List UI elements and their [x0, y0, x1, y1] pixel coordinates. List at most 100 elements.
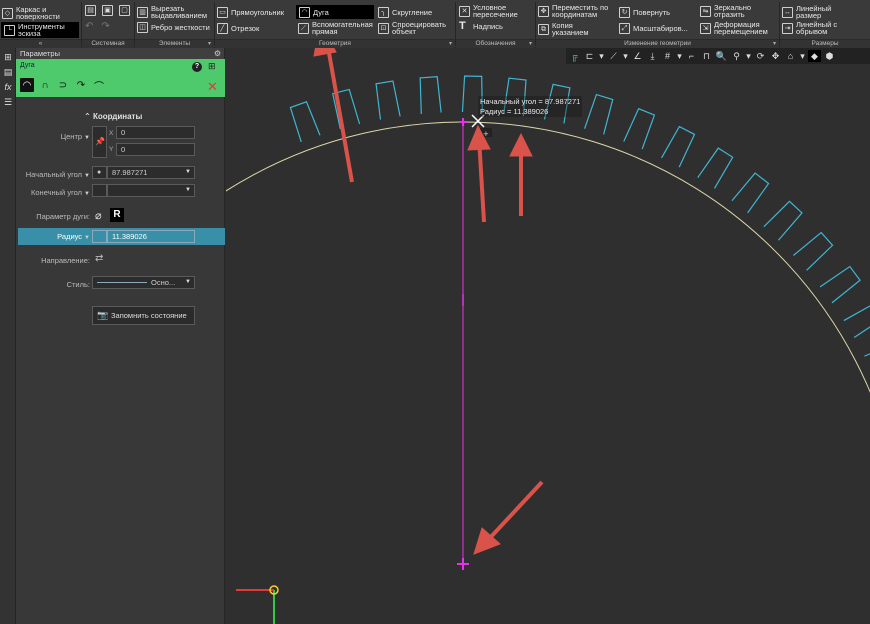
ribbon-rectangle[interactable]: ▭ Прямоугольник: [217, 7, 284, 18]
center-label[interactable]: Центр ▼: [16, 132, 90, 141]
mirror-icon: ⇋: [700, 5, 711, 17]
group-dimensions[interactable]: Размеры: [780, 39, 870, 48]
drawing-canvas[interactable]: +: [160, 20, 870, 624]
arc-center-mode-icon[interactable]: ◠: [20, 78, 34, 92]
style-select[interactable]: Осно... ▼: [92, 276, 195, 289]
group-notations[interactable]: Обозначения ▾: [456, 39, 535, 48]
rotate-icon: ↻: [619, 7, 630, 18]
ribbon-wireframe-surfaces[interactable]: ◇ Каркас и поверхности: [2, 6, 78, 20]
save-state-label: Запомнить состояние: [111, 311, 187, 320]
angle-icon[interactable]: ∠: [631, 50, 644, 62]
ortho-icon[interactable]: ⌐: [685, 50, 698, 62]
ribbon-move-coords[interactable]: ✥ Переместить по координатам: [538, 4, 626, 18]
snap-icon[interactable]: ⤓: [646, 50, 659, 62]
ribbon-mirror[interactable]: ⇋ Зеркально отразить: [700, 4, 758, 18]
end-angle-fix[interactable]: [92, 184, 107, 197]
dropdown-icon[interactable]: ▾: [745, 50, 752, 62]
group-edit-geometry[interactable]: Изменение геометрии ▾: [536, 39, 779, 48]
grid-icon[interactable]: #: [661, 50, 674, 62]
dropdown-icon[interactable]: ▾: [676, 50, 683, 62]
radius-label[interactable]: Радиус ▼: [16, 232, 90, 241]
group-geometry[interactable]: Геометрия ▾: [215, 39, 455, 48]
radius-input[interactable]: 11.389026: [107, 230, 195, 243]
gear-icon[interactable]: ⚙: [214, 48, 221, 59]
help-icon[interactable]: ?: [192, 62, 202, 72]
new-icon[interactable]: ▢: [119, 5, 130, 16]
cube-icon[interactable]: ◆: [808, 50, 821, 62]
ribbon-deform[interactable]: ⇲ Деформация перемещением: [700, 21, 790, 35]
direction-swap-icon[interactable]: ⇄: [95, 253, 103, 264]
dropdown-icon[interactable]: ▾: [622, 50, 629, 62]
sketch-mode-icon[interactable]: ╔: [568, 50, 581, 62]
center-x-input[interactable]: 0: [116, 126, 195, 139]
group-elements[interactable]: Элементы ▾: [135, 39, 214, 48]
diameter-icon[interactable]: ⌀: [95, 209, 107, 222]
dropdown-icon[interactable]: ▾: [598, 50, 605, 62]
origin-point[interactable]: [457, 558, 469, 570]
group-collapse[interactable]: «: [0, 39, 81, 48]
ribbon-aux-line[interactable]: ⟋ Вспомогательная прямая: [298, 21, 373, 35]
search-icon[interactable]: ⚲: [730, 50, 743, 62]
start-point[interactable]: [459, 118, 467, 126]
dropdown-icon[interactable]: ▾: [799, 50, 806, 62]
start-angle-label[interactable]: Начальный угол ▼: [16, 170, 90, 179]
radius-fix[interactable]: [92, 230, 107, 243]
view-orient-icon[interactable]: ⌂: [784, 50, 797, 62]
ribbon-scale[interactable]: ⤢ Масштабиров...: [619, 23, 688, 34]
menu-icon[interactable]: ☰: [2, 96, 14, 108]
start-angle-fix[interactable]: ●: [92, 166, 107, 179]
radius-value: 11.389026: [112, 232, 147, 241]
ribbon-linear-break[interactable]: ⇥ Линейный с обрывом: [782, 21, 846, 35]
ribbon-conditional-intersection[interactable]: ✕ Условное пересечение: [459, 4, 529, 18]
move-icon: ✥: [538, 5, 549, 17]
ribbon-segment[interactable]: ╱ Отрезок: [217, 23, 259, 34]
pan-icon[interactable]: ✥: [769, 50, 782, 62]
end-angle-input[interactable]: ▼: [107, 184, 195, 197]
properties-icon[interactable]: ▤: [2, 66, 14, 78]
arc-two-point-icon[interactable]: ↷: [74, 78, 88, 92]
label-text: Параметр дуги:: [36, 212, 90, 221]
ribbon-sketch-tools[interactable]: └ Инструменты эскиза: [1, 22, 79, 38]
save-state-button[interactable]: 📷 Запомнить состояние: [92, 306, 195, 325]
radius-mode-button[interactable]: R: [110, 208, 124, 222]
save-icon[interactable]: ▣: [102, 5, 113, 16]
chevron-down-icon: ▼: [84, 191, 90, 197]
link-icon[interactable]: ⟋: [607, 50, 620, 62]
center-y-input[interactable]: 0: [116, 143, 195, 156]
ribbon-arc[interactable]: ◠ Дуга: [296, 5, 374, 19]
redo-icon[interactable]: ↷: [101, 22, 109, 32]
ribbon-fillet[interactable]: ╮ Скругление: [378, 7, 432, 18]
end-angle-label[interactable]: Конечный угол ▼: [16, 188, 90, 197]
close-icon[interactable]: ✕: [207, 79, 218, 95]
coords-section-header[interactable]: ⌃ Координаты: [84, 112, 142, 121]
chevron-down-icon: ▾: [448, 41, 452, 47]
variables-icon[interactable]: fx: [2, 81, 14, 93]
arc-semicircle-icon[interactable]: ⌒: [92, 78, 106, 93]
tree-icon[interactable]: ⊞: [2, 51, 14, 63]
ribbon-cut-extrude[interactable]: ▥ Вырезать выдавливанием: [137, 5, 221, 19]
ribbon-label: Масштабиров...: [633, 24, 688, 33]
cursor-tooltip: Начальный угол = 87.987271 Радиус = 11.3…: [478, 96, 583, 117]
ribbon-project[interactable]: ⊡ Спроецировать объект: [378, 21, 450, 35]
start-angle-input[interactable]: 87.987271 ▼: [107, 166, 195, 179]
rotate-view-icon[interactable]: ⟳: [754, 50, 767, 62]
ribbon-copy[interactable]: ⧉ Копия указанием: [538, 22, 602, 36]
center-pick-button[interactable]: 📌: [92, 126, 107, 158]
arc-three-point-icon[interactable]: ∩: [38, 78, 52, 92]
group-label: Элементы: [158, 40, 191, 47]
ribbon-rib[interactable]: ◫ Ребро жесткости: [137, 22, 221, 33]
display-mode-icon[interactable]: ⬢: [823, 50, 836, 62]
undo-icon[interactable]: ↶: [85, 22, 93, 32]
left-toolbar: ⊞ ▤ fx ☰: [0, 48, 16, 624]
sketch-icon[interactable]: ⊏: [583, 50, 596, 62]
ribbon-rotate[interactable]: ↻ Повернуть: [619, 7, 670, 18]
group-system[interactable]: Системная: [82, 39, 134, 48]
measure-icon[interactable]: ⊓: [700, 50, 713, 62]
arc-tangent-icon[interactable]: ⊃: [56, 78, 70, 92]
print-icon[interactable]: ▤: [85, 5, 96, 16]
ribbon-text[interactable]: T Надпись: [459, 21, 503, 32]
ribbon-linear-dim[interactable]: ↔ Линейный размер: [782, 5, 844, 19]
arc-param-label: Параметр дуги:: [16, 212, 90, 221]
zoom-icon[interactable]: 🔍: [715, 50, 728, 62]
tree-icon[interactable]: ⊞: [208, 61, 216, 72]
